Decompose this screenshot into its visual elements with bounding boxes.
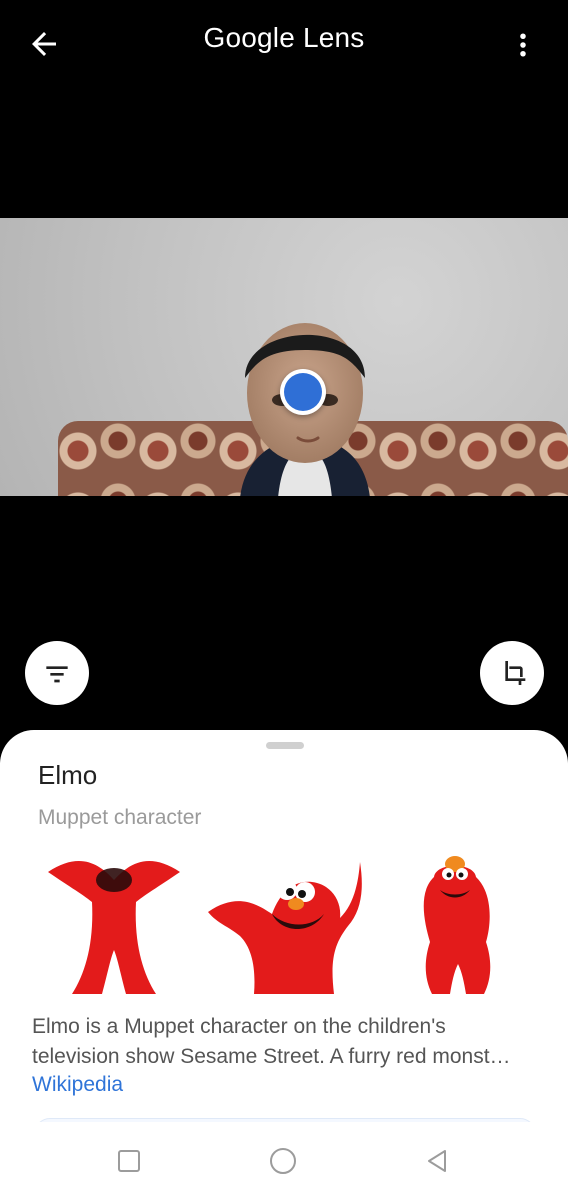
source-link[interactable]: Wikipedia [32, 1073, 123, 1097]
filter-icon [46, 666, 68, 683]
entity-title: Elmo [38, 760, 98, 790]
back-triangle-icon[interactable] [420, 1144, 454, 1178]
captured-image[interactable] [0, 218, 568, 496]
selection-point[interactable] [280, 369, 326, 415]
home-circle-icon[interactable] [266, 1144, 300, 1178]
recent-apps-square-icon[interactable] [112, 1144, 146, 1178]
sheet-drag-handle[interactable] [266, 742, 304, 749]
elmo-thumbnail-2[interactable] [202, 852, 364, 994]
selection-point-inner [284, 373, 322, 411]
filters-button[interactable] [25, 641, 89, 705]
elmo-thumbnail-1[interactable] [38, 852, 190, 994]
app-title: Google Lens [203, 22, 365, 53]
crop-icon [505, 661, 526, 685]
more-options-icon[interactable] [508, 28, 538, 62]
crop-button[interactable] [480, 641, 544, 705]
top-bar: Google Lens [0, 0, 568, 90]
entity-description: Elmo is a Muppet character on the childr… [32, 1015, 511, 1068]
image-results [0, 852, 568, 994]
elmo-thumbnail-3[interactable] [400, 852, 510, 994]
entity-subtitle: Muppet character [38, 806, 202, 829]
